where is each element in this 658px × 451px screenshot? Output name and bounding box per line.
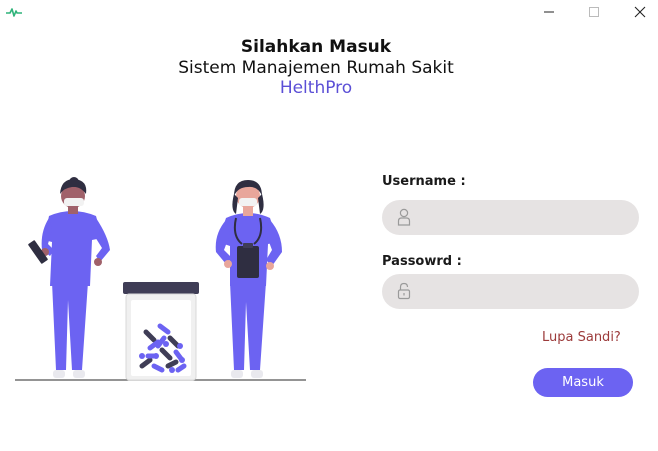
nurse-figure — [215, 180, 282, 378]
minimize-button[interactable] — [526, 0, 572, 24]
brand-name: HelthPro — [279, 78, 353, 98]
maximize-icon — [589, 7, 599, 17]
page-title: Silahkan Masuk — [240, 37, 392, 57]
close-button[interactable] — [617, 0, 658, 24]
pill-jar — [123, 282, 199, 381]
username-field[interactable] — [382, 200, 639, 237]
medical-staff-illustration — [15, 177, 306, 381]
heartbeat-icon — [6, 8, 22, 17]
page-subtitle: Sistem Manajemen Rumah Sakit — [178, 58, 454, 78]
login-heading: Silahkan Masuk Sistem Manajemen Rumah Sa… — [0, 37, 632, 98]
minimize-icon — [544, 11, 554, 13]
close-icon — [634, 6, 646, 18]
maximize-button[interactable] — [571, 0, 617, 24]
password-field[interactable] — [382, 274, 639, 311]
forgot-password-link[interactable]: Lupa Sandi? — [542, 330, 621, 345]
doctor-figure — [28, 177, 110, 378]
username-input[interactable] — [420, 200, 629, 237]
login-window: Silahkan Masuk Sistem Manajemen Rumah Sa… — [0, 0, 658, 451]
lock-icon — [397, 282, 411, 300]
password-input[interactable] — [420, 274, 629, 311]
password-label: Passowrd : — [382, 254, 462, 269]
username-label: Username : — [382, 174, 466, 189]
user-icon — [397, 208, 411, 226]
login-button[interactable]: Masuk — [533, 368, 633, 397]
